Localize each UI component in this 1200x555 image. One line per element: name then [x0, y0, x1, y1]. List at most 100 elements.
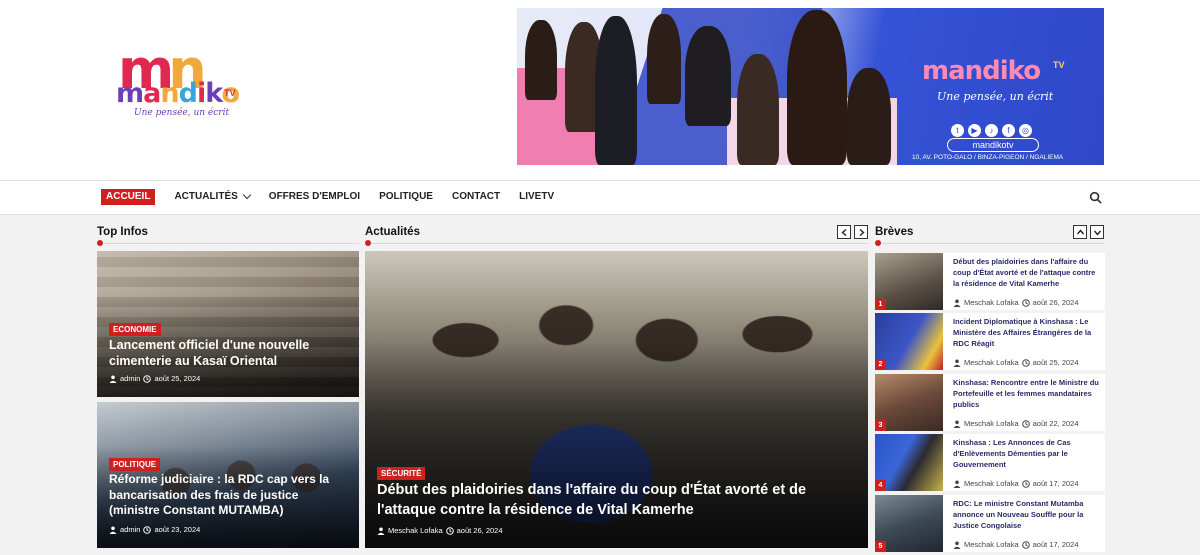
site-logo[interactable]: mn mandiko TV Une pensée, un écrit	[112, 36, 252, 131]
slider-prev-button[interactable]	[837, 225, 851, 239]
clock-icon	[143, 374, 152, 383]
main-navbar: ACCUEIL ACTUALITÉS OFFRES D'EMPLOI POLIT…	[0, 180, 1200, 215]
category-badge[interactable]: ECONOMIE	[109, 323, 161, 336]
banner-person	[525, 20, 557, 100]
nav-item-accueil[interactable]: ACCUEIL	[101, 189, 156, 205]
banner-logo-tv: TV	[1053, 60, 1065, 70]
featured-article-card[interactable]: SÉCURITÉ Début des plaidoiries dans l'af…	[365, 251, 868, 548]
main-content: Top Infos Actualités Brèves ECONOMIE Lan…	[0, 215, 1200, 555]
banner-person	[737, 54, 779, 165]
top-info-card[interactable]: POLITIQUE Réforme judiciaire : la RDC ca…	[97, 402, 359, 548]
article-meta: admin août 25, 2024	[109, 374, 200, 383]
nav-item-actualites[interactable]: ACTUALITÉS	[174, 189, 252, 205]
breve-title[interactable]: Incident Diplomatique à Kinshasa : Le Mi…	[953, 317, 1103, 350]
clock-icon	[1021, 479, 1030, 488]
breve-title[interactable]: RDC: Le ministre Constant Mutamba annonc…	[953, 499, 1103, 532]
section-dot	[875, 240, 881, 246]
article-date: août 23, 2024	[154, 525, 201, 534]
chevron-down-icon	[1094, 230, 1101, 236]
header-banner-ad[interactable]: mandiko TV Une pensée, un écrit t ▶ ♪ f …	[517, 8, 1104, 165]
clock-icon	[1021, 419, 1030, 428]
nav-item-livetv[interactable]: LIVETV	[519, 189, 554, 205]
search-icon[interactable]	[1089, 191, 1102, 204]
slider-next-button[interactable]	[854, 225, 868, 239]
breves-up-button[interactable]	[1073, 225, 1087, 239]
nav-menu: ACCUEIL ACTUALITÉS OFFRES D'EMPLOI POLIT…	[101, 189, 573, 205]
breve-title[interactable]: Début des plaidoiries dans l'affaire du …	[953, 257, 1103, 290]
breve-item[interactable]: 1 Début des plaidoiries dans l'affaire d…	[875, 253, 1105, 310]
breve-author[interactable]: Meschak Lofaka	[964, 479, 1019, 488]
breve-title[interactable]: Kinshasa : Les Annonces de Cas d'Enlèvem…	[953, 438, 1103, 471]
user-icon	[953, 541, 961, 549]
section-dot	[97, 240, 103, 246]
section-title-top-infos: Top Infos	[97, 226, 148, 238]
logo-slogan: Une pensée, un écrit	[134, 108, 230, 118]
breve-item[interactable]: 5 RDC: Le ministre Constant Mutamba anno…	[875, 495, 1105, 552]
article-title[interactable]: Réforme judiciaire : la RDC cap vers la …	[109, 472, 349, 519]
section-title-breves: Brèves	[875, 226, 914, 238]
breves-down-button[interactable]	[1090, 225, 1104, 239]
twitter-icon: t	[951, 124, 964, 137]
breve-rank: 1	[875, 299, 886, 310]
user-icon	[953, 420, 961, 428]
breve-date: août 17, 2024	[1032, 479, 1079, 488]
clock-icon	[1021, 298, 1030, 307]
article-meta: admin août 23, 2024	[109, 525, 200, 534]
breve-date: août 22, 2024	[1032, 419, 1079, 428]
top-info-card[interactable]: ECONOMIE Lancement officiel d'une nouvel…	[97, 251, 359, 397]
clock-icon	[445, 526, 454, 535]
nav-item-contact[interactable]: CONTACT	[452, 189, 500, 205]
breve-author[interactable]: Meschak Lofaka	[964, 298, 1019, 307]
user-icon	[109, 375, 117, 383]
breve-meta: Meschak Lofaka août 17, 2024	[953, 540, 1079, 549]
breve-title[interactable]: Kinshasa: Rencontre entre le Ministre du…	[953, 378, 1103, 411]
clock-icon	[1021, 358, 1030, 367]
breve-meta: Meschak Lofaka août 25, 2024	[953, 358, 1079, 367]
category-badge[interactable]: SÉCURITÉ	[377, 467, 426, 480]
breve-author[interactable]: Meschak Lofaka	[964, 358, 1019, 367]
breve-rank: 3	[875, 420, 886, 431]
banner-social-icons: t ▶ ♪ f ◎	[951, 124, 1032, 137]
category-badge[interactable]: POLITIQUE	[109, 458, 161, 471]
user-icon	[953, 480, 961, 488]
logo-tv: TV	[224, 88, 236, 98]
banner-person	[647, 14, 681, 104]
banner-handle: mandikotv	[947, 138, 1039, 152]
banner-person	[847, 68, 891, 165]
breve-item[interactable]: 4 Kinshasa : Les Annonces de Cas d'Enlèv…	[875, 434, 1105, 491]
chevron-down-icon	[242, 190, 252, 200]
divider	[365, 243, 868, 244]
article-author[interactable]: admin	[120, 525, 140, 534]
clock-icon	[1021, 540, 1030, 549]
breve-rank: 4	[875, 480, 886, 491]
article-date: août 26, 2024	[456, 526, 503, 535]
breve-date: août 17, 2024	[1032, 540, 1079, 549]
breve-meta: Meschak Lofaka août 22, 2024	[953, 419, 1079, 428]
youtube-icon: ▶	[968, 124, 981, 137]
breve-item[interactable]: 2 Incident Diplomatique à Kinshasa : Le …	[875, 313, 1105, 370]
chevron-right-icon	[859, 229, 865, 236]
user-icon	[109, 526, 117, 534]
breve-meta: Meschak Lofaka août 17, 2024	[953, 479, 1079, 488]
breve-date: août 26, 2024	[1032, 298, 1079, 307]
chevron-up-icon	[1077, 229, 1084, 235]
breve-author[interactable]: Meschak Lofaka	[964, 540, 1019, 549]
section-dot	[365, 240, 371, 246]
user-icon	[953, 299, 961, 307]
article-author[interactable]: Meschak Lofaka	[388, 526, 443, 535]
article-author[interactable]: admin	[120, 374, 140, 383]
banner-person	[787, 10, 847, 165]
nav-item-offres-emploi[interactable]: OFFRES D'EMPLOI	[269, 189, 360, 205]
article-date: août 25, 2024	[154, 374, 201, 383]
breve-author[interactable]: Meschak Lofaka	[964, 419, 1019, 428]
banner-address: 10, AV. POTO-GALO / BINZA-PIGEON / NGALI…	[912, 154, 1064, 161]
article-meta: Meschak Lofaka août 26, 2024	[377, 526, 503, 535]
article-title[interactable]: Lancement officiel d'une nouvelle ciment…	[109, 337, 334, 370]
user-icon	[953, 359, 961, 367]
article-title[interactable]: Début des plaidoiries dans l'affaire du …	[377, 481, 852, 520]
divider	[875, 243, 1105, 244]
breve-item[interactable]: 3 Kinshasa: Rencontre entre le Ministre …	[875, 374, 1105, 431]
nav-item-politique[interactable]: POLITIQUE	[379, 189, 433, 205]
breve-meta: Meschak Lofaka août 26, 2024	[953, 298, 1079, 307]
banner-slogan: Une pensée, un écrit	[937, 90, 1054, 103]
